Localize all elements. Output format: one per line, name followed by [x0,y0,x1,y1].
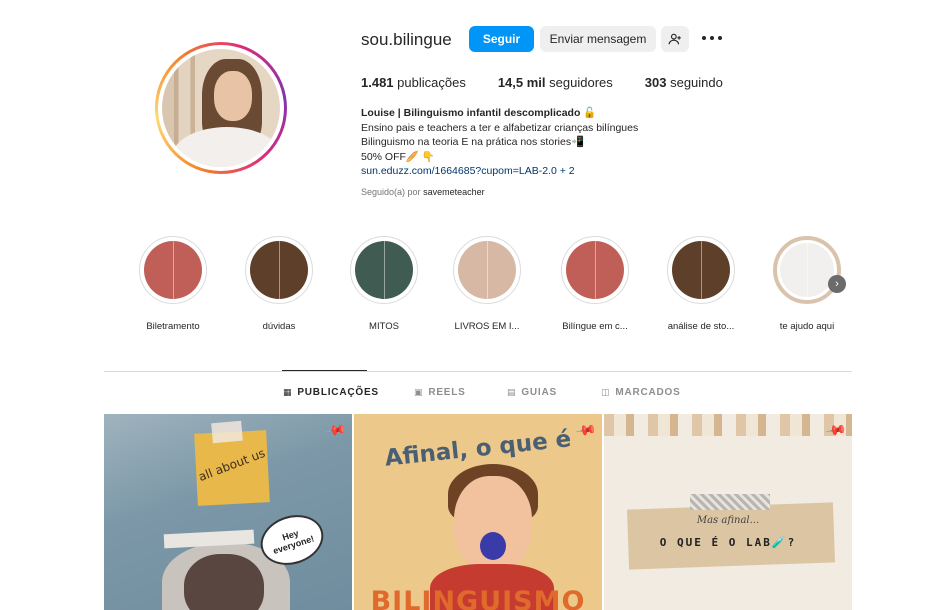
followers-label: seguidores [549,75,613,90]
followed-by-user: savemeteacher [423,187,485,197]
followed-prefix: Seguido(a) por [361,187,421,197]
tab-label: MARCADOS [615,387,681,398]
highlight-label: Biletramento [146,321,200,332]
highlight-label: Bilíngue em c... [562,321,628,332]
highlight-cover [780,243,834,297]
posts-label: publicações [397,75,466,90]
tabs-divider [104,371,852,372]
highlight-ring [453,236,521,304]
highlight-label: MITOS [369,321,399,332]
tab-tagged[interactable]: ◫ MARCADOS [601,387,681,398]
post-thumbnail[interactable]: Afinal, o que é BILINGUISMO 📌 [354,414,602,610]
tab-label: PUBLICAÇÕES [297,387,379,398]
post-text: all about us [196,445,268,485]
highlight-label: análise de sto... [667,321,735,332]
highlight-ring [245,236,313,304]
post-text: O QUE É O LAB🧪? [659,536,797,549]
followed-by[interactable]: Seguido(a) por savemeteacher [361,187,485,197]
tab-posts[interactable]: ▦ PUBLICAÇÕES [283,387,379,398]
highlight-cover [250,241,308,299]
tab-guides[interactable]: ▤ GUIAS [507,387,557,398]
post-photo-mouth [480,532,506,560]
highlight-item[interactable]: análise de sto... [656,236,746,332]
add-person-icon [668,33,681,45]
following-stat[interactable]: 303 seguindo [645,75,723,90]
avatar-body [172,127,280,167]
highlight-cover [672,241,730,299]
highlight-cover [144,241,202,299]
highlight-cover [458,241,516,299]
highlight-cover [566,241,624,299]
bio-line: 50% OFF🥖 👇 [361,150,435,163]
highlight-cover [355,241,413,299]
post-thumbnail[interactable]: Mas afinal... O QUE É O LAB🧪? 📌 [604,414,852,610]
profile-stats: 1.481 publicações 14,5 mil seguidores 30… [361,75,755,90]
highlight-item[interactable]: Bilíngue em c... [550,236,640,332]
highlight-item[interactable]: LIVROS EM I... [442,236,532,332]
more-options-icon[interactable] [702,30,722,46]
profile-avatar-ring[interactable] [155,42,287,174]
highlight-ring [139,236,207,304]
highlight-item[interactable]: MITOS [339,236,429,332]
following-label: seguindo [670,75,723,90]
avatar-frame [158,45,284,171]
avatar-face [214,71,252,121]
grid-icon: ▦ [283,387,293,397]
tab-reels[interactable]: ▣ REELS [414,387,466,398]
active-tab-indicator [282,370,367,371]
profile-bio: Louise | Bilinguismo infantil descomplic… [361,106,638,179]
post-text: Hey everyone! [271,527,316,557]
send-message-button[interactable]: Enviar mensagem [540,26,656,52]
highlight-ring [773,236,841,304]
highlight-label: te ajudo aqui [779,321,835,332]
suggest-accounts-button[interactable] [661,26,689,52]
highlight-label: LIVROS EM I... [454,321,520,332]
reels-icon: ▣ [414,387,424,397]
tab-label: GUIAS [521,387,557,398]
leaves-decoration [604,414,852,436]
bio-link[interactable]: sun.eduzz.com/1664685?cupom=LAB-2.0 + 2 [361,164,638,179]
tape-decoration [211,420,243,444]
followers-stat[interactable]: 14,5 mil seguidores [498,75,613,90]
highlight-ring [350,236,418,304]
chevron-right-icon[interactable]: › [828,275,846,293]
post-thumbnail[interactable]: all about us Hey everyone! 📌 [104,414,352,610]
following-count: 303 [644,75,667,90]
bio-line: Ensino pais e teachers a ter e alfabetiz… [361,121,639,134]
post-text: Mas afinal... [696,515,760,526]
tape-decoration [690,494,770,510]
followers-count: 14,5 mil [497,75,546,90]
highlight-label: dúvidas [262,321,296,332]
avatar [162,49,280,167]
bio-name: Louise | Bilinguismo infantil descomplic… [361,107,597,119]
highlight-ring [561,236,629,304]
highlight-ring [667,236,735,304]
highlight-item[interactable]: dúvidas [234,236,324,332]
tab-label: REELS [428,387,466,398]
highlight-item[interactable]: Biletramento [128,236,218,332]
post-photo-figure [184,554,264,610]
follow-button[interactable]: Seguir [469,26,534,52]
guides-icon: ▤ [507,387,517,397]
post-text: BILINGUISMO [370,586,586,610]
posts-stat: 1.481 publicações [361,75,466,90]
bio-line: Bilinguismo na teoria E na prática nos s… [361,136,585,148]
username: sou.bilingue [361,30,452,49]
posts-count: 1.481 [361,75,394,90]
pin-icon: 📌 [323,418,348,442]
tagged-icon: ◫ [601,387,611,397]
